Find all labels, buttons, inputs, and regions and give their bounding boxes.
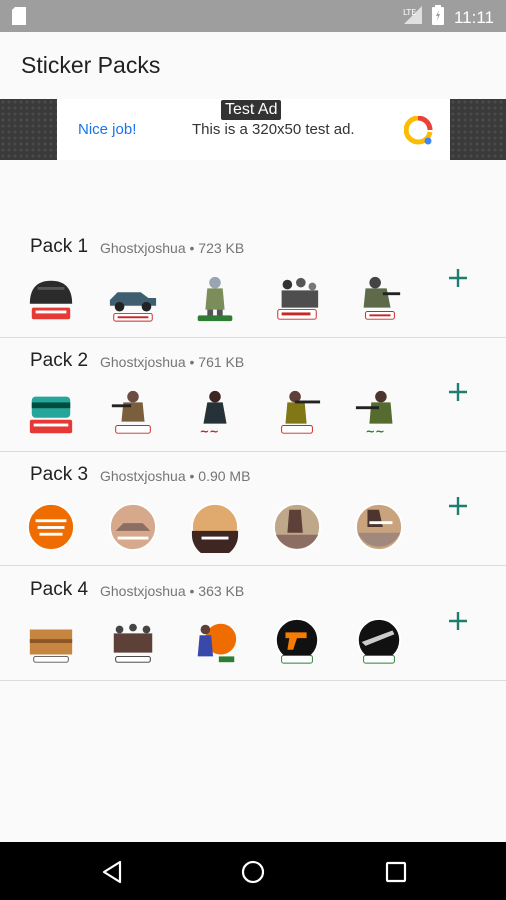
test-ad-label: Test Ad xyxy=(221,100,282,120)
crate-sticker xyxy=(26,388,76,438)
pistol-circle-sticker xyxy=(272,617,322,667)
add-pack-button[interactable] xyxy=(444,607,472,635)
vehicle-circle-sticker xyxy=(108,502,158,552)
pack-separator: • xyxy=(189,583,195,599)
pack-separator: • xyxy=(189,240,195,256)
page-title: Sticker Packs xyxy=(21,52,161,78)
status-bar: LTE 11:11 xyxy=(0,0,506,32)
pack-separator: • xyxy=(189,468,195,484)
pack-size: 0.90 MB xyxy=(198,468,251,484)
soldier-sticker xyxy=(190,274,240,324)
app-bar: Sticker Packs xyxy=(0,32,506,99)
battery-icon xyxy=(431,5,444,30)
navigation-bar xyxy=(0,842,506,900)
add-pack-button[interactable] xyxy=(444,264,472,292)
add-pack-button[interactable] xyxy=(444,492,472,520)
svg-text:LTE: LTE xyxy=(403,8,416,17)
sticker-row: ~~ ~~ xyxy=(26,388,404,438)
ad-text: This is a 320x50 test ad. xyxy=(192,121,355,138)
ad-choices-logo-icon[interactable] xyxy=(403,115,436,151)
boots-circle-sticker xyxy=(272,502,322,552)
orange-character-sticker xyxy=(190,617,240,667)
recents-icon[interactable] xyxy=(382,858,410,886)
girl-sticker: ~~ xyxy=(190,388,240,438)
ad-nice-job-link[interactable]: Nice job! xyxy=(78,121,136,138)
orange-circle-sticker xyxy=(26,502,76,552)
pack-title: Pack 2 xyxy=(30,350,89,371)
rifle-soldier-sticker xyxy=(272,388,322,438)
svg-text:~~: ~~ xyxy=(200,424,219,438)
team-sticker xyxy=(108,617,158,667)
pack-author: Ghostxjoshua xyxy=(100,354,186,370)
helmet-sticker xyxy=(26,274,76,324)
pack-separator: • xyxy=(189,354,195,370)
pack-author: Ghostxjoshua xyxy=(100,468,186,484)
sunset-circle-sticker xyxy=(190,502,240,553)
sticker-row xyxy=(26,502,404,553)
pack-title: Pack 4 xyxy=(30,579,89,600)
pack-title: Pack 3 xyxy=(30,464,89,485)
rifle-circle-sticker xyxy=(354,617,404,667)
home-icon[interactable] xyxy=(239,858,267,886)
back-icon[interactable] xyxy=(98,858,126,886)
clock: 11:11 xyxy=(453,7,494,27)
add-pack-button[interactable] xyxy=(444,378,472,406)
field-circle-sticker xyxy=(354,502,404,552)
pack-size: 723 KB xyxy=(198,240,245,256)
gunner-sticker xyxy=(108,388,158,438)
sniper-sticker: ~~ xyxy=(354,388,404,438)
sd-card-icon xyxy=(12,7,26,30)
sticker-row xyxy=(26,274,404,324)
pack-title: Pack 1 xyxy=(30,236,89,257)
pack-author: Ghostxjoshua xyxy=(100,240,186,256)
lte-signal-icon: LTE xyxy=(402,6,422,29)
sticker-row xyxy=(26,617,404,667)
sticker-pack-2[interactable]: Pack 2 Ghostxjoshua • 761 KB ~~ ~~ xyxy=(0,350,506,452)
pack-size: 761 KB xyxy=(198,354,245,370)
sticker-pack-4[interactable]: Pack 4 Ghostxjoshua • 363 KB xyxy=(0,579,506,681)
pack-size: 363 KB xyxy=(198,583,245,599)
car-sticker xyxy=(108,274,158,324)
supply-box-sticker xyxy=(26,617,76,667)
pack-author: Ghostxjoshua xyxy=(100,583,186,599)
sticker-pack-3[interactable]: Pack 3 Ghostxjoshua • 0.90 MB xyxy=(0,464,506,566)
sticker-pack-1[interactable]: Pack 1 Ghostxjoshua • 723 KB xyxy=(0,236,506,338)
player-sticker xyxy=(354,274,404,324)
squad-sticker xyxy=(272,274,322,324)
svg-text:~~: ~~ xyxy=(366,424,385,438)
